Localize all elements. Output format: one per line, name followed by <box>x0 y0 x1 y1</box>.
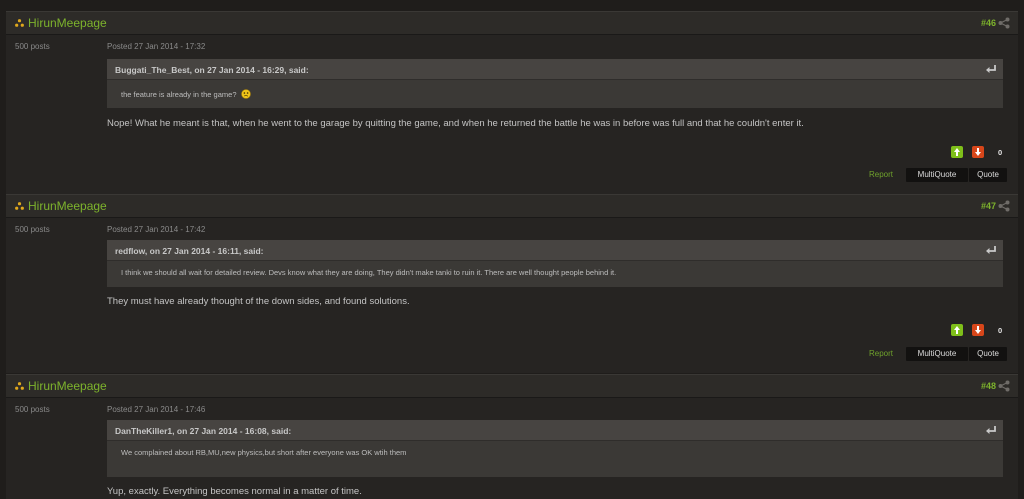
user-group-icon <box>15 382 24 390</box>
post-header: HirunMeepage #47 <box>6 195 1018 218</box>
report-link[interactable]: Report <box>869 170 893 179</box>
forum-post: HirunMeepage #48 500 posts Posted 27 Jan… <box>6 374 1018 499</box>
post-author-link[interactable]: HirunMeepage <box>28 199 107 213</box>
quote-citation: Buggati_The_Best, on 27 Jan 2014 - 16:29… <box>115 65 309 75</box>
arrow-down-icon <box>975 326 981 334</box>
post-author-link[interactable]: HirunMeepage <box>28 379 107 393</box>
quote-header: DanTheKiller1, on 27 Jan 2014 - 16:08, s… <box>107 420 1003 441</box>
post-score: 0 <box>998 148 1003 157</box>
quote-block: DanTheKiller1, on 27 Jan 2014 - 16:08, s… <box>107 420 1003 477</box>
quote-text: the feature is already in the game? <box>121 89 251 99</box>
author-post-count: 500 posts <box>15 405 50 414</box>
multiquote-button[interactable]: MultiQuote <box>906 168 968 182</box>
post-date: Posted 27 Jan 2014 - 17:46 <box>107 405 206 414</box>
quote-header: redflow, on 27 Jan 2014 - 16:11, said: <box>107 240 1003 261</box>
report-link[interactable]: Report <box>869 349 893 358</box>
user-group-icon <box>15 202 24 210</box>
arrow-up-icon <box>954 148 960 156</box>
quote-block: redflow, on 27 Jan 2014 - 16:11, said: I… <box>107 240 1003 287</box>
post-date: Posted 27 Jan 2014 - 17:42 <box>107 225 206 234</box>
quote-text: We complained about RB,MU,new physics,bu… <box>121 448 407 457</box>
user-group-icon <box>15 19 24 27</box>
author-post-count: 500 posts <box>15 225 50 234</box>
quote-button[interactable]: Quote <box>969 168 1007 182</box>
vote-up-button[interactable] <box>951 146 963 158</box>
forum-post: HirunMeepage #46 500 posts Posted 27 Jan… <box>6 11 1018 194</box>
quote-text: I think we should all wait for detailed … <box>121 268 617 277</box>
confused-emoticon-icon <box>240 89 251 99</box>
view-quoted-post-icon[interactable] <box>985 245 997 255</box>
post-score: 0 <box>998 326 1003 335</box>
author-post-count: 500 posts <box>15 42 50 51</box>
quote-header: Buggati_The_Best, on 27 Jan 2014 - 16:29… <box>107 59 1003 80</box>
view-quoted-post-icon[interactable] <box>985 425 997 435</box>
post-number-link[interactable]: #47 <box>981 201 996 211</box>
arrow-down-icon <box>975 148 981 156</box>
quote-block: Buggati_The_Best, on 27 Jan 2014 - 16:29… <box>107 59 1003 108</box>
share-icon[interactable] <box>998 17 1010 29</box>
post-date: Posted 27 Jan 2014 - 17:32 <box>107 42 206 51</box>
arrow-up-icon <box>954 326 960 334</box>
post-number-link[interactable]: #48 <box>981 381 996 391</box>
post-header: HirunMeepage #46 <box>6 12 1018 35</box>
share-icon[interactable] <box>998 200 1010 212</box>
post-body: They must have already thought of the do… <box>107 296 410 307</box>
post-header: HirunMeepage #48 <box>6 375 1018 398</box>
post-author-link[interactable]: HirunMeepage <box>28 16 107 30</box>
vote-down-button[interactable] <box>972 324 984 336</box>
quote-citation: DanTheKiller1, on 27 Jan 2014 - 16:08, s… <box>115 426 292 436</box>
view-quoted-post-icon[interactable] <box>985 64 997 74</box>
multiquote-button[interactable]: MultiQuote <box>906 347 968 361</box>
post-body: Yup, exactly. Everything becomes normal … <box>107 486 362 497</box>
quote-citation: redflow, on 27 Jan 2014 - 16:11, said: <box>115 246 264 256</box>
post-number-link[interactable]: #46 <box>981 18 996 28</box>
quote-button[interactable]: Quote <box>969 347 1007 361</box>
vote-down-button[interactable] <box>972 146 984 158</box>
forum-post: HirunMeepage #47 500 posts Posted 27 Jan… <box>6 194 1018 373</box>
share-icon[interactable] <box>998 380 1010 392</box>
vote-up-button[interactable] <box>951 324 963 336</box>
quote-text-content: the feature is already in the game? <box>121 90 237 99</box>
post-body: Nope! What he meant is that, when he wen… <box>107 118 804 129</box>
